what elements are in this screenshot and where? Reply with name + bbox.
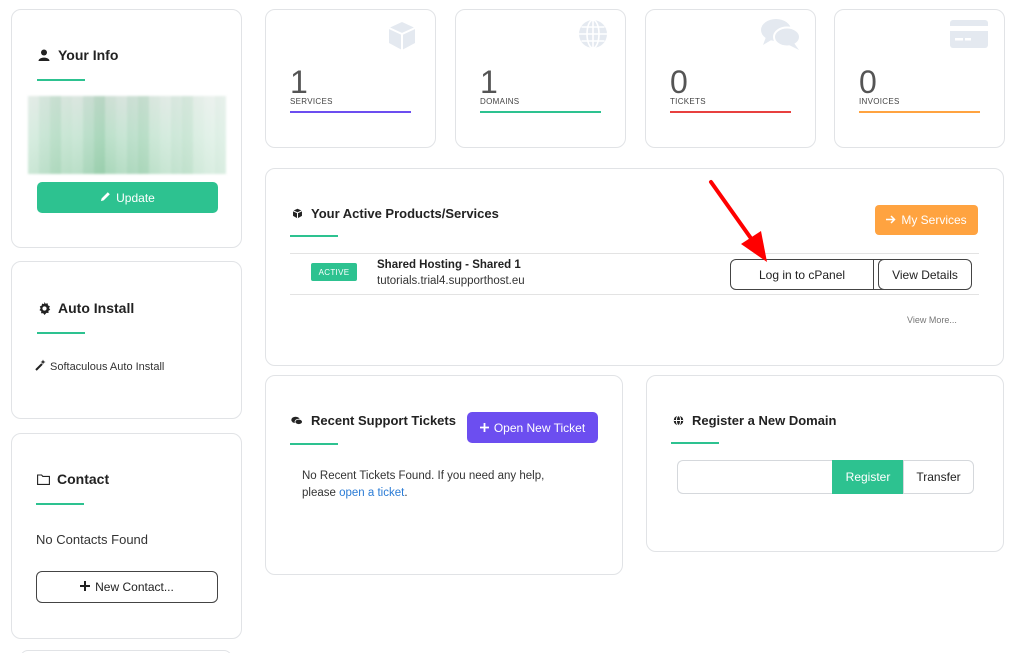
status-badge: ACTIVE (311, 263, 357, 281)
my-services-label: My Services (901, 213, 967, 227)
contact-title: Contact (36, 471, 109, 487)
stat-card-services[interactable]: 1 SERVICES (265, 9, 436, 148)
support-tickets-underline (290, 443, 338, 445)
domains-count: 1 (480, 64, 498, 100)
open-new-ticket-button[interactable]: Open New Ticket (467, 412, 598, 443)
support-tickets-title: Recent Support Tickets (290, 413, 456, 428)
services-count: 1 (290, 64, 308, 100)
open-ticket-link[interactable]: open a ticket (339, 487, 404, 499)
open-new-ticket-label: Open New Ticket (493, 420, 586, 435)
transfer-button[interactable]: Transfer (903, 460, 974, 494)
product-domain: tutorials.trial4.supporthost.eu (377, 275, 525, 287)
support-tickets-card: Recent Support Tickets Open New Ticket N… (265, 375, 623, 575)
domain-search-input[interactable] (677, 460, 833, 494)
comments-small-icon (290, 414, 304, 428)
active-products-underline (290, 235, 338, 237)
auto-install-title-text: Auto Install (58, 300, 135, 316)
your-info-underline (37, 79, 85, 81)
contact-title-text: Contact (57, 471, 110, 487)
magic-wand-icon (35, 359, 47, 374)
globe-small-icon (671, 414, 685, 428)
softaculous-label: Softaculous Auto Install (50, 360, 165, 373)
update-button-label: Update (116, 190, 155, 205)
stat-card-domains[interactable]: 1 DOMAINS (455, 9, 626, 148)
product-name: Shared Hosting - Shared 1 (377, 259, 521, 271)
gear-icon (37, 301, 51, 315)
arrow-right-icon (886, 213, 896, 227)
active-products-title: Your Active Products/Services (290, 206, 499, 221)
contact-card: Contact No Contacts Found New Contact... (11, 433, 242, 639)
your-info-title-text: Your Info (58, 47, 119, 63)
register-domain-underline (671, 442, 719, 444)
cpanel-login-label: Log in to cPanel (758, 267, 846, 282)
view-details-label: View Details (892, 267, 958, 282)
support-tickets-title-text: Recent Support Tickets (311, 413, 456, 428)
no-tickets-suffix: . (404, 487, 408, 499)
auto-install-title: Auto Install (37, 300, 134, 316)
services-label: SERVICES (290, 97, 333, 106)
register-label: Register (845, 470, 891, 484)
update-button[interactable]: Update (37, 182, 218, 213)
annotation-arrow-icon (709, 180, 767, 262)
plus-white-icon (479, 421, 489, 435)
transfer-label: Transfer (916, 470, 961, 484)
active-products-title-text: Your Active Products/Services (311, 206, 499, 221)
stat-card-invoices[interactable]: 0 INVOICES (834, 9, 1005, 148)
no-tickets-text-line2: please open a ticket. (302, 487, 408, 499)
user-icon (37, 48, 51, 62)
cube-icon (386, 20, 418, 57)
register-domain-title: Register a New Domain (671, 413, 837, 428)
register-domain-title-text: Register a New Domain (692, 413, 837, 428)
globe-icon (577, 18, 609, 55)
stat-card-tickets[interactable]: 0 TICKETS (645, 9, 816, 148)
invoices-count: 0 (859, 64, 877, 100)
tickets-count: 0 (670, 64, 688, 100)
tickets-label: TICKETS (670, 97, 706, 106)
contact-underline (36, 503, 84, 505)
cube-small-icon (290, 207, 304, 221)
domains-label: DOMAINS (480, 97, 520, 106)
your-info-title: Your Info (37, 47, 118, 63)
no-tickets-text-line1: No Recent Tickets Found. If you need any… (302, 470, 545, 482)
no-contacts-text: No Contacts Found (36, 532, 149, 547)
view-more-link[interactable]: View More... (907, 315, 957, 325)
softaculous-link[interactable]: Softaculous Auto Install (35, 359, 164, 374)
auto-install-card: Auto Install Softaculous Auto Install (11, 261, 242, 419)
user-info-blurred-details (28, 96, 226, 174)
auto-install-underline (37, 332, 85, 334)
tickets-bar (670, 111, 791, 113)
register-domain-card: Register a New Domain Register Transfer (646, 375, 1004, 552)
invoices-label: INVOICES (859, 97, 900, 106)
my-services-button[interactable]: My Services (875, 205, 978, 235)
new-contact-button[interactable]: New Contact... (36, 571, 218, 603)
comments-icon (760, 17, 802, 56)
product-row-bottom-divider (290, 294, 979, 295)
plus-icon (80, 580, 91, 594)
folder-icon (36, 472, 50, 486)
register-button[interactable]: Register (832, 460, 904, 494)
no-tickets-prefix: please (302, 487, 336, 499)
domains-bar (480, 111, 601, 113)
active-products-card: Your Active Products/Services My Service… (265, 168, 1004, 366)
new-contact-label: New Contact... (95, 580, 174, 594)
your-info-card: Your Info Update (11, 9, 242, 248)
services-bar (290, 111, 411, 113)
credit-card-icon (950, 20, 988, 53)
invoices-bar (859, 111, 980, 113)
view-details-button[interactable]: View Details (878, 259, 972, 290)
pencil-icon (100, 191, 111, 205)
